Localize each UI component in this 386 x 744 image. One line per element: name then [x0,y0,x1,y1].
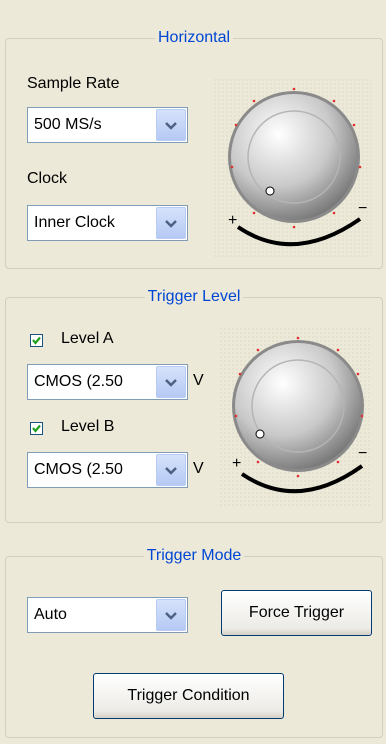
trigger-level-group: Trigger Level Level A CMOS (2.50 V Level… [5,288,383,523]
chevron-down-icon [165,379,177,387]
level-a-value: CMOS (2.50 [34,373,123,390]
level-b-select[interactable]: CMOS (2.50 [27,452,188,488]
level-a-select[interactable]: CMOS (2.50 [27,364,188,400]
level-b-unit: V [193,460,204,477]
clock-value: Inner Clock [34,214,115,231]
checkmark-icon [32,336,41,345]
horizontal-group: Horizontal Sample Rate 500 MS/s Clock In… [5,29,383,269]
sample-rate-label: Sample Rate [27,75,120,92]
level-b-value: CMOS (2.50 [34,461,123,478]
trigger-level-rotary-knob[interactable]: + − [220,328,372,508]
clock-select[interactable]: Inner Clock [27,205,188,241]
knob-plus-label: + [232,455,241,472]
horizontal-rotary-knob[interactable]: + − [214,79,374,259]
chevron-down-icon [165,220,177,228]
knob-face [235,343,361,469]
trigger-condition-button[interactable]: Trigger Condition [93,673,284,719]
knob-minus-label: − [358,200,367,217]
level-a-dropdown-button[interactable] [156,366,186,398]
level-b-dropdown-button[interactable] [156,454,186,486]
checkmark-icon [32,424,41,433]
sample-rate-dropdown-button[interactable] [156,109,186,141]
level-a-checkbox[interactable] [30,334,43,347]
sample-rate-value: 500 MS/s [34,116,102,133]
horizontal-title: Horizontal [154,29,234,46]
trigger-mode-group: Trigger Mode Auto Force Trigger Trigger … [5,547,383,738]
chevron-down-icon [165,612,177,620]
knob-face [231,94,357,220]
knob-plus-label: + [228,212,237,229]
trigger-mode-select[interactable]: Auto [27,597,188,633]
chevron-down-icon [165,467,177,475]
knob-indicator [255,429,265,439]
knob-indicator [265,186,275,196]
sample-rate-select[interactable]: 500 MS/s [27,107,188,143]
level-a-unit: V [193,372,204,389]
knob-minus-label: − [358,445,367,462]
trigger-mode-dropdown-button[interactable] [156,599,186,631]
force-trigger-button[interactable]: Force Trigger [221,590,372,636]
level-b-label: Level B [61,418,115,435]
trigger-mode-title: Trigger Mode [143,547,245,564]
chevron-down-icon [165,122,177,130]
clock-dropdown-button[interactable] [156,207,186,239]
clock-label: Clock [27,170,68,187]
trigger-level-title: Trigger Level [144,288,244,305]
level-b-checkbox[interactable] [30,422,43,435]
level-a-label: Level A [61,330,114,347]
trigger-mode-value: Auto [34,606,67,623]
